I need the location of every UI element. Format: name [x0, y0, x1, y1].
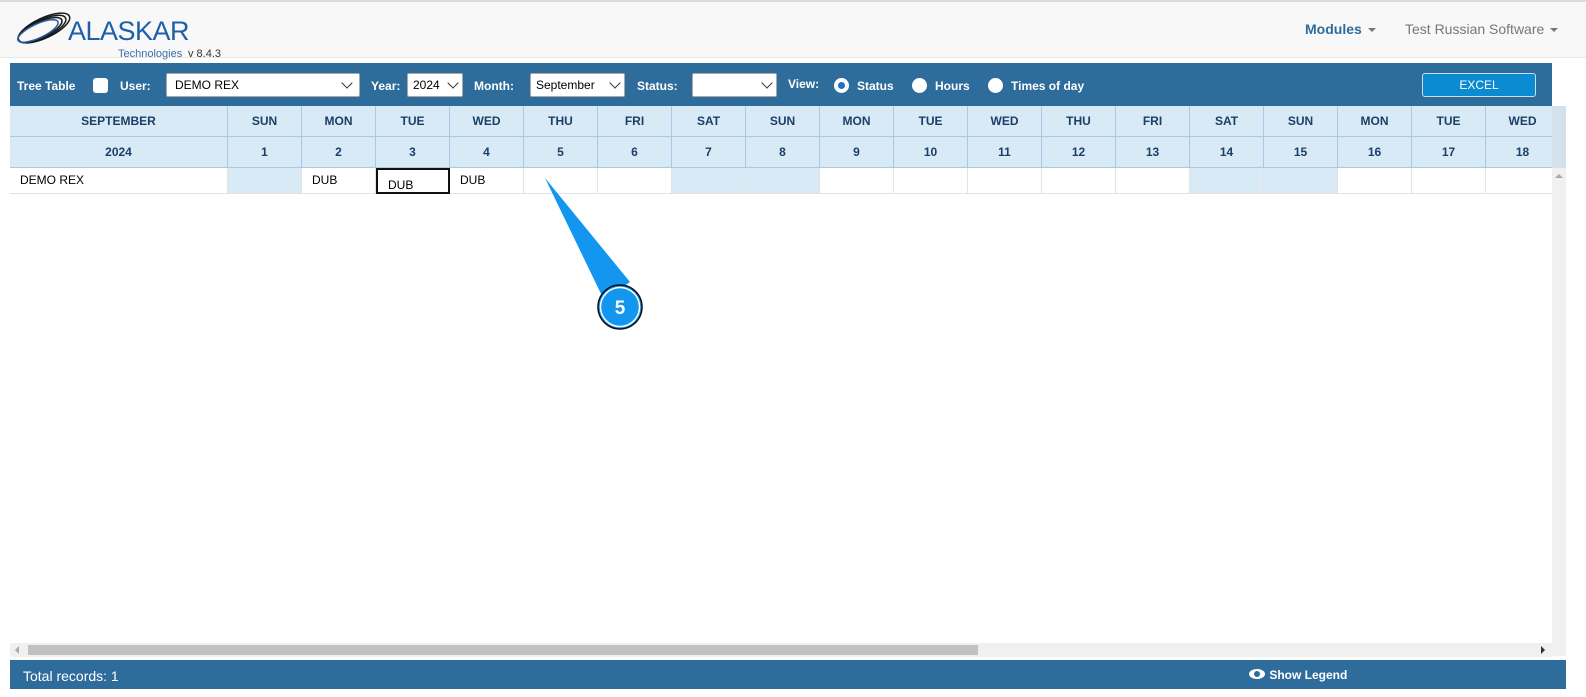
- day-cell[interactable]: [746, 168, 820, 194]
- weekday-header: THU: [1042, 106, 1116, 137]
- weekday-header: WED: [1486, 106, 1560, 137]
- scroll-right-icon[interactable]: [1541, 646, 1545, 654]
- status-select[interactable]: [692, 73, 777, 97]
- view-status-label: Status: [857, 79, 894, 93]
- chevron-down-icon: [761, 77, 773, 89]
- day-cell[interactable]: [1412, 168, 1486, 194]
- date-header: 8: [746, 137, 820, 168]
- view-times-radio[interactable]: [988, 78, 1003, 93]
- date-header: 9: [820, 137, 894, 168]
- weekday-header: TUE: [894, 106, 968, 137]
- vertical-scrollbar[interactable]: [1552, 106, 1566, 656]
- date-header: 10: [894, 137, 968, 168]
- day-cell[interactable]: [1116, 168, 1190, 194]
- weekday-header: TUE: [1412, 106, 1486, 137]
- view-hours-label: Hours: [935, 79, 970, 93]
- weekday-header: MON: [820, 106, 894, 137]
- date-header: 12: [1042, 137, 1116, 168]
- total-records: Total records: 1: [23, 668, 119, 684]
- day-cell[interactable]: [894, 168, 968, 194]
- weekday-header: SUN: [1264, 106, 1338, 137]
- date-header: 18: [1486, 137, 1560, 168]
- user-menu-label: Test Russian Software: [1405, 21, 1545, 37]
- show-legend-label: Show Legend: [1269, 668, 1348, 682]
- view-label: View:: [788, 77, 820, 91]
- modules-label: Modules: [1305, 21, 1362, 37]
- date-header: 13: [1116, 137, 1190, 168]
- eye-icon: [1249, 669, 1265, 679]
- footer-bar: Total records: 1 Show Legend: [10, 660, 1566, 689]
- user-menu[interactable]: Test Russian Software: [1405, 21, 1559, 37]
- callout-annotation: 5: [545, 178, 643, 330]
- view-times-label: Times of day: [1011, 79, 1085, 93]
- weekday-header: SUN: [746, 106, 820, 137]
- callout-number: 5: [615, 298, 626, 319]
- scroll-up-icon[interactable]: [1555, 174, 1563, 178]
- date-header: 15: [1264, 137, 1338, 168]
- day-cell[interactable]: [1190, 168, 1264, 194]
- day-cell[interactable]: [1486, 168, 1560, 194]
- scroll-header-filler: [1552, 106, 1566, 168]
- view-hours-radio[interactable]: [912, 78, 927, 93]
- scrollbar-thumb[interactable]: [28, 645, 978, 655]
- view-status-radio[interactable]: [834, 78, 849, 93]
- caret-down-icon: [1367, 28, 1376, 33]
- modules-menu[interactable]: Modules: [1305, 21, 1376, 37]
- caret-down-icon: [1550, 28, 1559, 33]
- scroll-left-icon[interactable]: [15, 646, 19, 654]
- date-header: 14: [1190, 137, 1264, 168]
- date-header: 11: [968, 137, 1042, 168]
- weekday-header: WED: [968, 106, 1042, 137]
- weekday-header: SAT: [1190, 106, 1264, 137]
- day-cell[interactable]: [968, 168, 1042, 194]
- day-cell[interactable]: [1338, 168, 1412, 194]
- day-cell[interactable]: [1264, 168, 1338, 194]
- weekday-header: MON: [1338, 106, 1412, 137]
- day-cell[interactable]: [1042, 168, 1116, 194]
- callout-pointer: [545, 178, 630, 300]
- horizontal-scrollbar[interactable]: [10, 643, 1552, 657]
- excel-button[interactable]: EXCEL: [1422, 73, 1536, 97]
- date-header: 17: [1412, 137, 1486, 168]
- day-cell[interactable]: [820, 168, 894, 194]
- show-legend-button[interactable]: Show Legend: [1248, 668, 1347, 682]
- date-header: 16: [1338, 137, 1412, 168]
- weekday-header: FRI: [1116, 106, 1190, 137]
